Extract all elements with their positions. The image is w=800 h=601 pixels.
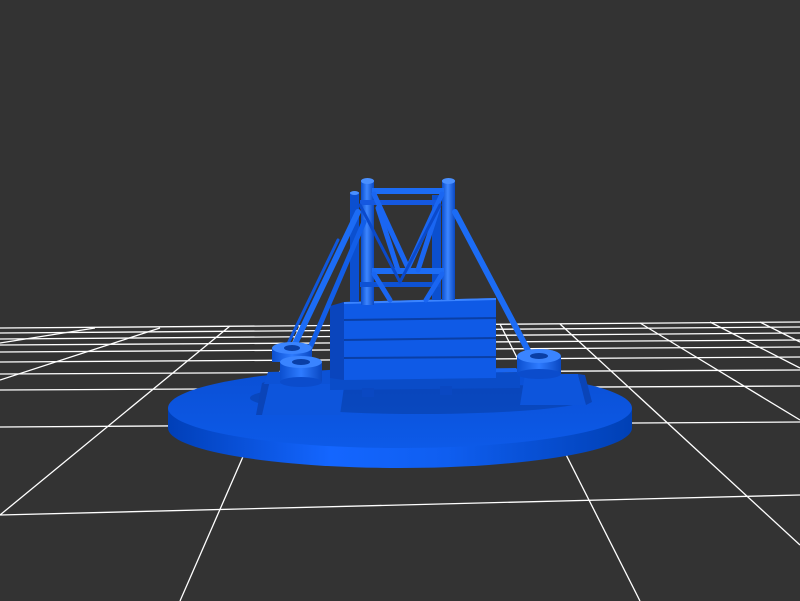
viewport-canvas[interactable] (0, 0, 800, 601)
right-pulley (517, 349, 561, 379)
3d-viewport[interactable] (0, 0, 800, 601)
counterweight-stack (330, 298, 497, 380)
crane-model[interactable] (168, 178, 632, 468)
right-foot (520, 374, 586, 405)
lattice-mast (350, 178, 455, 305)
